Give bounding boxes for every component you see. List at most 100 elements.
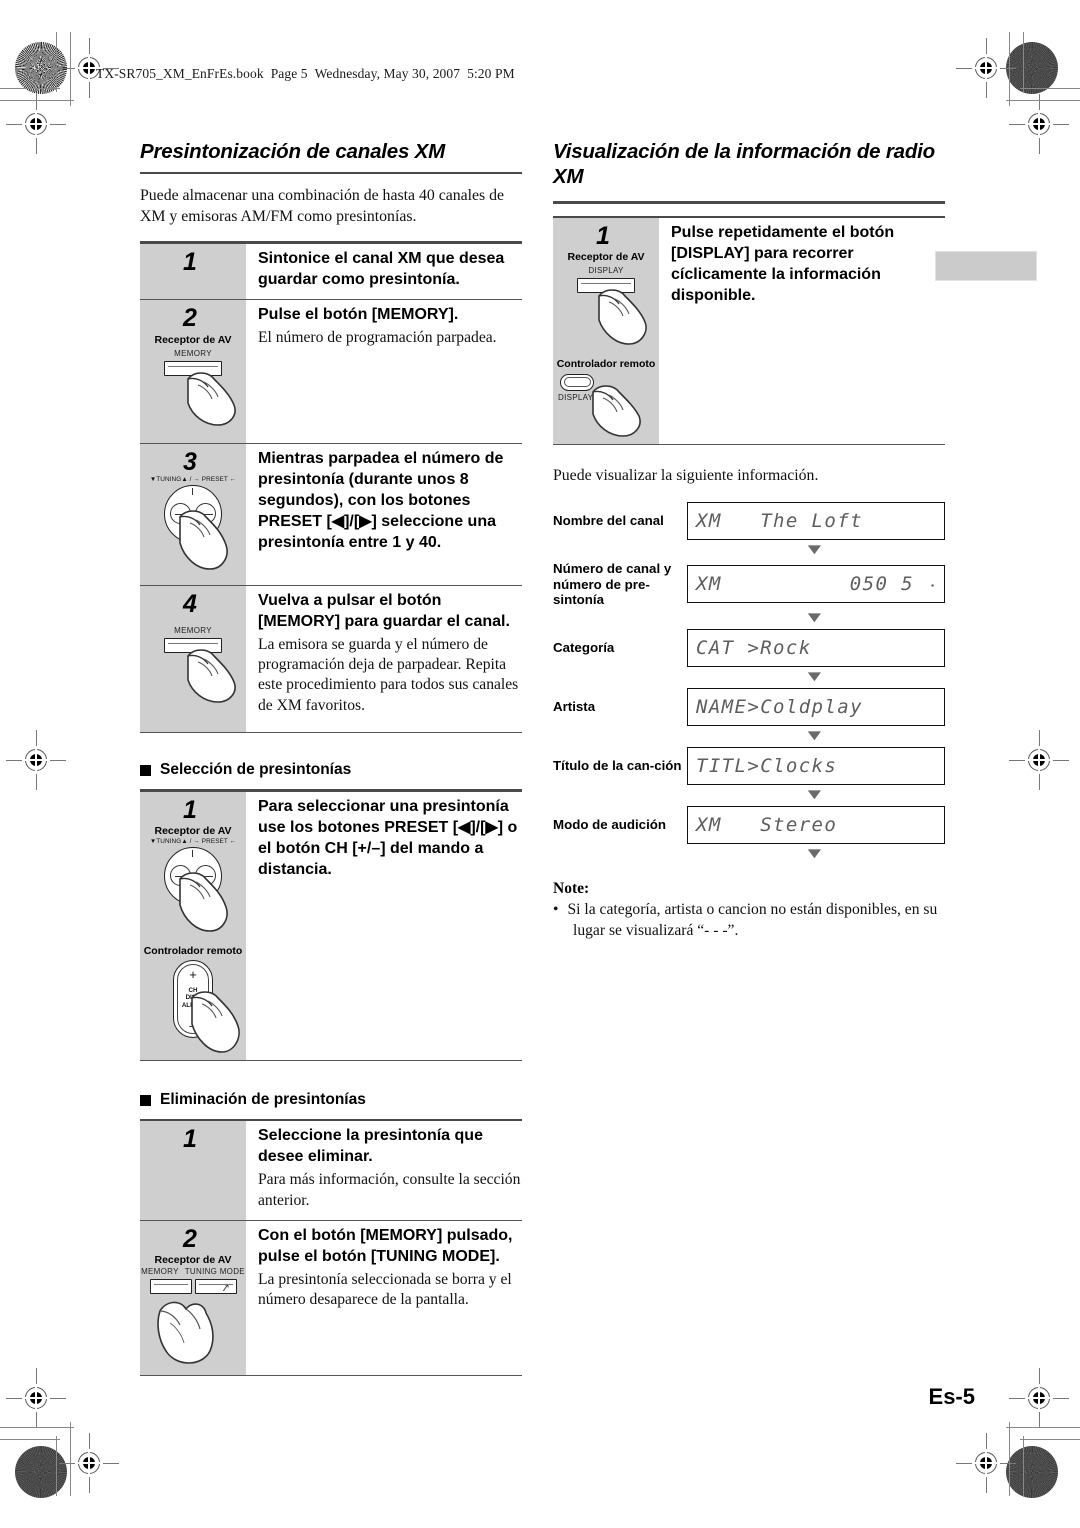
step-number: 1: [596, 222, 610, 251]
subsection-title: Eliminación de presintonías: [160, 1091, 366, 1109]
registration-mark-mid-left: [6, 730, 66, 790]
device-label-remote: Controlador remoto: [556, 358, 656, 371]
lcd-text: XM: [696, 573, 722, 596]
registration-mark-bottom-left: [59, 1433, 119, 1493]
step-number: 1: [183, 795, 197, 824]
step-subtext: Para más información, consulte la secció…: [258, 1171, 521, 1209]
lcd-text: XM Stereo: [696, 814, 838, 837]
registration-mark-top-right: [956, 38, 1016, 98]
print-header-date: Wednesday, May 30, 2007: [314, 66, 461, 81]
lcd-display: NAME>Coldplay: [687, 688, 945, 727]
step-subtext: La presintonía seleccionada se borra y e…: [258, 1270, 512, 1309]
step-number-cell: 2 Receptor de AV MEMORY TUNING MODE ↗: [140, 1220, 246, 1376]
registration-mark-mid-right: [1009, 730, 1069, 790]
print-header-filename: TX-SR705_XM_EnFrEs.book: [96, 66, 264, 81]
memory-button-icon: [164, 360, 222, 376]
steps-table-presets: 1 Sintonice el canal XM que desea guarda…: [140, 241, 522, 734]
print-registration-starburst-bl: [15, 1446, 67, 1498]
step-text-cell: Pulse repetidamente el botón [DISPLAY] p…: [659, 218, 945, 443]
crop-line: [1009, 1422, 1010, 1496]
step-subtext: La emisora se guarda y el número de prog…: [258, 635, 519, 714]
button-label-memory: MEMORY: [174, 626, 212, 636]
page-number: Es-5: [928, 1384, 975, 1409]
lcd-text: TITL>Clocks: [696, 755, 838, 778]
lcd-text: CAT >Rock: [696, 637, 812, 660]
square-bullet-icon: [140, 764, 151, 776]
step-row: 1 Seleccione la presintonía que desee el…: [140, 1121, 522, 1221]
lcd-row-label: Número de canal y número de pre-sintonía: [553, 560, 672, 608]
step-number-cell: 1 Receptor de AV ▼TUNING▲ / → PRESET ← C…: [140, 791, 246, 1061]
device-label-receiver: Receptor de AV: [154, 1254, 232, 1267]
button-label-display-remote: DISPLAY: [558, 392, 594, 402]
step-number-cell: 3 ▼TUNING▲ / → PRESET ←: [140, 443, 246, 586]
lcd-row-label: Nombre del canal: [553, 512, 664, 528]
lcd-row-label: Artista: [553, 699, 596, 715]
crop-line: [1023, 1436, 1024, 1496]
step-row: 2 Receptor de AV MEMORY Pulse el botón […: [140, 300, 522, 444]
print-header-time: 5:20 PM: [467, 66, 515, 81]
arrow-up-right-icon: ↗: [220, 1281, 232, 1295]
step-number: 3: [183, 447, 197, 476]
memory-button-icon: [164, 638, 222, 654]
step-text-cell: Vuelva a pulsar el botón [MEMORY] para g…: [246, 586, 522, 732]
crop-line: [56, 32, 57, 92]
step-number: 4: [183, 590, 197, 619]
display-button-icon: [577, 278, 635, 294]
lcd-preset-dot-icon: ▪: [931, 581, 934, 591]
print-registration-starburst-br: [1006, 1446, 1058, 1498]
lcd-flow-row: Nombre del canal XM The Loft: [553, 501, 945, 540]
step-number: 1: [183, 247, 197, 276]
rocker-mid-label: CH DISC ALBUM: [181, 987, 205, 1009]
page-title-presets: Presintonización de canales XM: [140, 140, 446, 163]
button-label-memory: MEMORY: [174, 348, 212, 358]
crop-line: [1009, 32, 1010, 106]
dial-caption: ▼TUNING▲ / → PRESET ←: [149, 476, 237, 484]
pointing-hand-two-finger-icon: [157, 1301, 214, 1364]
lcd-display: TITL>Clocks: [687, 747, 945, 786]
crop-line: [70, 32, 71, 106]
registration-mark-lower-right: [1009, 1368, 1069, 1428]
crop-line: [0, 1427, 74, 1428]
flow-arrow-down-icon: ▼: [802, 610, 826, 627]
margin-tab-marker: [935, 251, 1037, 281]
device-label-receiver: Receptor de AV: [567, 251, 645, 264]
step-number-cell: 4 MEMORY: [140, 586, 246, 733]
crop-line: [0, 1439, 60, 1440]
tuning-mode-button-icon: ↗: [194, 1279, 237, 1295]
display-oval-button-icon: [560, 373, 594, 391]
step-subtext: El número de programación parpadea.: [258, 329, 497, 347]
button-label-memory: MEMORY: [141, 1267, 179, 1277]
lcd-flow-row: Modo de audición XM Stereo: [553, 806, 945, 845]
lcd-display: XM 050 5 ▪: [687, 565, 945, 604]
note-title: Note:: [553, 880, 590, 898]
step-row: 1 Receptor de AV ▼TUNING▲ / → PRESET ← C…: [140, 791, 522, 1062]
lcd-row-label: Modo de audición: [553, 817, 667, 833]
note-list: Si la categoría, artista o cancion no es…: [553, 900, 945, 941]
tuning-preset-dial-icon: [164, 847, 222, 905]
crop-line: [0, 88, 60, 89]
step-row: 3 ▼TUNING▲ / → PRESET ← Mientras parpade…: [140, 443, 522, 587]
step-text-cell: Mientras parpadea el número de presinton…: [246, 444, 522, 585]
lcd-flow-row: Título de la can-ción TITL>Clocks: [553, 747, 945, 786]
step-heading: Con el botón [MEMORY] pulsado, pulse el …: [258, 1226, 513, 1265]
step-heading: Vuelva a pulsar el botón [MEMORY] para g…: [258, 592, 510, 630]
device-label-receiver: Receptor de AV: [154, 824, 232, 837]
subsection-heading-delete: Eliminación de presintonías: [140, 1091, 522, 1109]
right-column: Visualización de la información de radio…: [553, 140, 945, 942]
crop-line: [1006, 100, 1080, 101]
step-row: 1 Sintonice el canal XM que desea guarda…: [140, 243, 522, 301]
crop-line: [70, 1422, 71, 1496]
pointing-hand-icon: [592, 384, 641, 437]
lcd-text: NAME>Coldplay: [696, 696, 863, 719]
lcd-flow-row: Número de canal y número de pre-sintonía…: [553, 561, 945, 609]
step-text-cell: Sintonice el canal XM que desea guardar …: [246, 244, 522, 300]
lcd-row-label: Categoría: [553, 640, 615, 656]
print-header-line: TX-SR705_XM_EnFrEs.book Page 5 Wednesday, …: [96, 66, 515, 82]
flow-arrow-down-icon: ▼: [802, 669, 826, 686]
subsection-title: Selección de presintonías: [160, 761, 352, 779]
step-number-cell: 2 Receptor de AV MEMORY: [140, 300, 246, 443]
left-column: Presintonización de canales XM Puede alm…: [140, 140, 522, 1377]
step-text-cell: Con el botón [MEMORY] pulsado, pulse el …: [246, 1221, 522, 1375]
steps-table-delete: 1 Seleccione la presintonía que desee el…: [140, 1119, 522, 1377]
lcd-flow-row: Categoría CAT >Rock: [553, 629, 945, 668]
